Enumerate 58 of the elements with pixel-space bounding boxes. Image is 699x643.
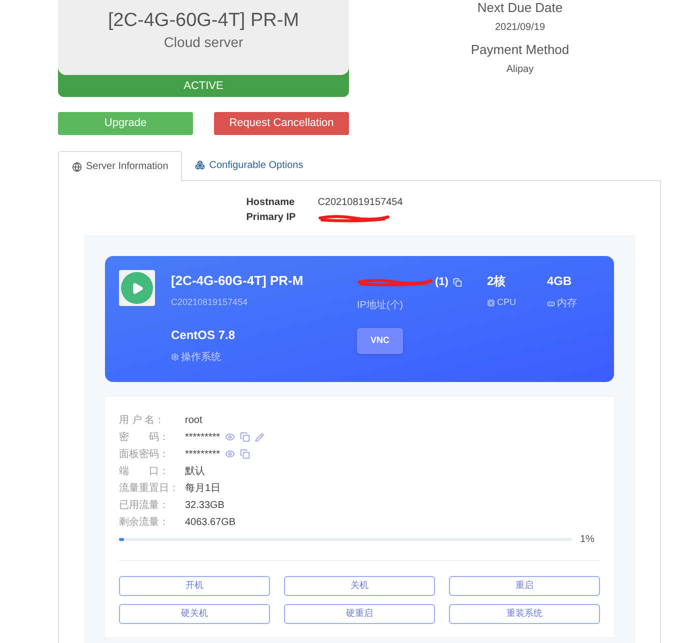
eye-icon[interactable] bbox=[225, 449, 236, 459]
detail-value: 32.33GB bbox=[185, 498, 224, 512]
traffic-percent: 1% bbox=[580, 533, 596, 547]
cpu-value: 2核 bbox=[487, 273, 507, 290]
detail-label: 流量重置日： bbox=[119, 482, 180, 496]
power-button[interactable]: 重启 bbox=[449, 576, 600, 596]
detail-value: ********* bbox=[185, 430, 220, 444]
cpu-label: CPU bbox=[497, 296, 516, 309]
cpu-icon bbox=[487, 298, 495, 307]
power-button[interactable]: 开机 bbox=[119, 576, 270, 596]
copy-icon[interactable] bbox=[240, 432, 250, 442]
tab[interactable]: Configurable Options bbox=[182, 150, 316, 180]
memory-value: 4GB bbox=[547, 273, 573, 290]
detail-label: 端 口： bbox=[119, 464, 170, 478]
instance-hostname: C20210819157454 bbox=[171, 296, 249, 309]
field-label: Hostname bbox=[246, 196, 296, 210]
detail-label: 用 户 名： bbox=[119, 414, 166, 428]
cubes-icon bbox=[195, 160, 206, 170]
power-button[interactable]: 重装系统 bbox=[449, 604, 600, 624]
detail-value: 每月1日 bbox=[185, 482, 221, 496]
ip-count: (1) bbox=[435, 275, 448, 290]
detail-label: 密 码： bbox=[119, 430, 170, 444]
tab[interactable]: Server Information bbox=[58, 151, 182, 181]
power-button[interactable]: 关机 bbox=[284, 576, 435, 596]
field-label: Primary IP bbox=[246, 211, 296, 225]
ip-label: IP地址(个) bbox=[357, 298, 404, 312]
copy-icon[interactable] bbox=[240, 449, 250, 459]
globe-icon bbox=[72, 162, 82, 172]
detail-value: 4063.67GB bbox=[185, 516, 236, 530]
cancel-button[interactable]: Request Cancellation bbox=[214, 112, 349, 135]
billing-label: Next Due Date bbox=[477, 0, 563, 16]
product-subtitle: Cloud server bbox=[164, 33, 244, 51]
play-icon bbox=[130, 282, 144, 294]
status-label: ACTIVE bbox=[184, 78, 224, 94]
os-label: 操作系统 bbox=[181, 350, 221, 364]
memory-icon bbox=[547, 300, 555, 308]
product-title: [2C-4G-60G-4T] PR-M bbox=[108, 9, 300, 33]
eye-icon[interactable] bbox=[225, 432, 236, 442]
detail-value: 默认 bbox=[185, 464, 205, 478]
instance-name: [2C-4G-60G-4T] PR-M bbox=[171, 272, 304, 290]
gear-icon bbox=[171, 353, 179, 361]
edit-icon[interactable] bbox=[255, 432, 264, 442]
copy-icon[interactable] bbox=[453, 278, 462, 287]
memory-label: 内存 bbox=[557, 296, 577, 311]
billing-label: Payment Method bbox=[470, 42, 570, 58]
detail-label: 剩余流量： bbox=[119, 516, 170, 530]
power-button[interactable]: 硬重启 bbox=[284, 604, 435, 624]
power-button[interactable]: 硬关机 bbox=[119, 604, 270, 624]
vnc-button[interactable]: VNC bbox=[357, 328, 403, 354]
detail-value: root bbox=[185, 414, 202, 428]
field-value: C20210819157454 bbox=[318, 196, 403, 210]
detail-label: 已用流量： bbox=[119, 498, 170, 512]
billing-value: Alipay bbox=[506, 63, 534, 76]
detail-label: 面板密码： bbox=[119, 448, 170, 462]
upgrade-button[interactable]: Upgrade bbox=[58, 112, 193, 135]
os-name: CentOS 7.8 bbox=[171, 326, 236, 344]
billing-value: 2021/09/19 bbox=[494, 21, 546, 34]
detail-value: ********* bbox=[185, 448, 220, 462]
